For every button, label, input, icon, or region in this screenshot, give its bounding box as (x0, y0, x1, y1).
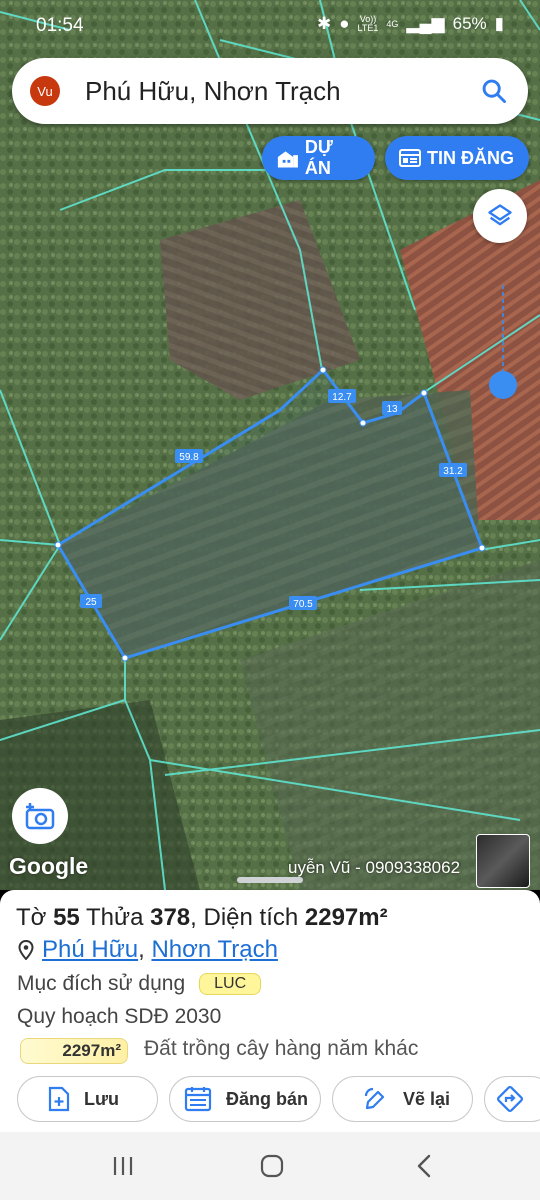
search-icon[interactable] (480, 77, 508, 105)
title-prefix: Tờ (16, 904, 47, 931)
battery-icon: ▮ (494, 14, 504, 33)
search-bar[interactable]: Vu Phú Hữu, Nhơn Trạch (12, 58, 528, 124)
system-nav-bar (0, 1132, 540, 1200)
save-label: Lưu (84, 1088, 120, 1109)
purpose-label: Mục đích sử dụng (17, 972, 186, 995)
sheet-drag-handle[interactable] (237, 877, 303, 883)
battery-text: 65% (452, 14, 487, 33)
bluetooth-icon: ✱ (317, 14, 332, 33)
area-value: 2297m² (304, 904, 388, 931)
edge-label: 12.7 (332, 392, 352, 403)
network-label-bottom: LTE1 (357, 23, 379, 33)
camera-add-icon (25, 803, 55, 830)
add-photo-button[interactable] (12, 788, 68, 844)
sell-label: Đăng bán (226, 1088, 309, 1109)
add-document-icon (48, 1086, 70, 1112)
save-button[interactable]: Lưu (17, 1076, 158, 1122)
satellite-map[interactable]: 59.8 12.7 13 31.2 70.5 25 (0, 0, 540, 890)
edge-label: 31.2 (443, 466, 463, 477)
purpose-badge[interactable]: LUC (199, 973, 262, 996)
directions-icon (497, 1086, 523, 1112)
du-an-button[interactable]: DỰ ÁN (262, 136, 375, 180)
layers-icon (488, 204, 512, 226)
plan-label: Quy hoạch SDĐ 2030 (17, 1005, 222, 1028)
redraw-icon (364, 1087, 385, 1110)
google-logo: Google (9, 853, 89, 879)
parcel-info-sheet: Tờ 55 Thửa 378, Diện tích 2297m² Phú Hữu… (0, 890, 540, 1132)
calendar-icon (184, 1087, 212, 1112)
plan-description: Đất trồng cây hàng năm khác (144, 1037, 419, 1060)
redraw-button[interactable]: Vẽ lại (332, 1076, 473, 1122)
back-icon[interactable] (410, 1154, 440, 1178)
network-type: 4G (386, 18, 399, 29)
commune-link[interactable]: Phú Hữu (42, 936, 138, 963)
location-separator: , (138, 936, 145, 963)
author-thumbnail[interactable] (476, 834, 530, 888)
layers-button[interactable] (473, 189, 527, 243)
avatar[interactable]: Vu (30, 76, 60, 106)
tin-dang-label: TIN ĐĂNG (427, 147, 514, 168)
edge-label: 25 (85, 597, 97, 608)
status-bar: 01:54 ✱ ● Vo)) LTE1 4G ▂▄▆ 65% ▮ (0, 0, 540, 52)
buildings-icon (277, 151, 298, 168)
edge-label: 70.5 (293, 599, 313, 610)
parcel-number: 378 (150, 904, 191, 931)
tin-dang-button[interactable]: TIN ĐĂNG (385, 136, 529, 180)
area-label: , Diện tích (190, 904, 299, 931)
edge-label: 13 (386, 404, 398, 415)
signal-icon: ▂▄▆ (406, 14, 445, 33)
home-icon[interactable] (257, 1154, 287, 1178)
sheet-number: 55 (53, 904, 80, 931)
location-icon: ● (339, 14, 350, 33)
listing-icon (399, 149, 421, 167)
purpose-row: Mục đích sử dụng LUC (17, 972, 262, 996)
recent-apps-icon[interactable] (108, 1154, 138, 1178)
du-an-label: DỰ ÁN (304, 137, 333, 178)
parcel-label: Thửa (86, 904, 144, 931)
redraw-label: Vẽ lại (403, 1088, 451, 1109)
author-credit: uyễn Vũ - 0909338062 (288, 858, 461, 877)
parcel-location: Phú Hữu, Nhơn Trạch (18, 936, 278, 964)
edge-label: 59.8 (179, 452, 199, 463)
location-pin-icon (18, 940, 34, 960)
status-time: 01:54 (36, 15, 84, 36)
search-input[interactable]: Phú Hữu, Nhơn Trạch (85, 76, 341, 107)
map-slider-handle (489, 371, 517, 399)
district-link[interactable]: Nhơn Trạch (151, 936, 277, 963)
directions-button[interactable] (484, 1076, 540, 1122)
sell-button[interactable]: Đăng bán (169, 1076, 321, 1122)
parcel-title: Tờ 55 Thửa 378, Diện tích 2297m² (16, 904, 388, 932)
plan-area-badge: 2297m² (20, 1038, 128, 1064)
